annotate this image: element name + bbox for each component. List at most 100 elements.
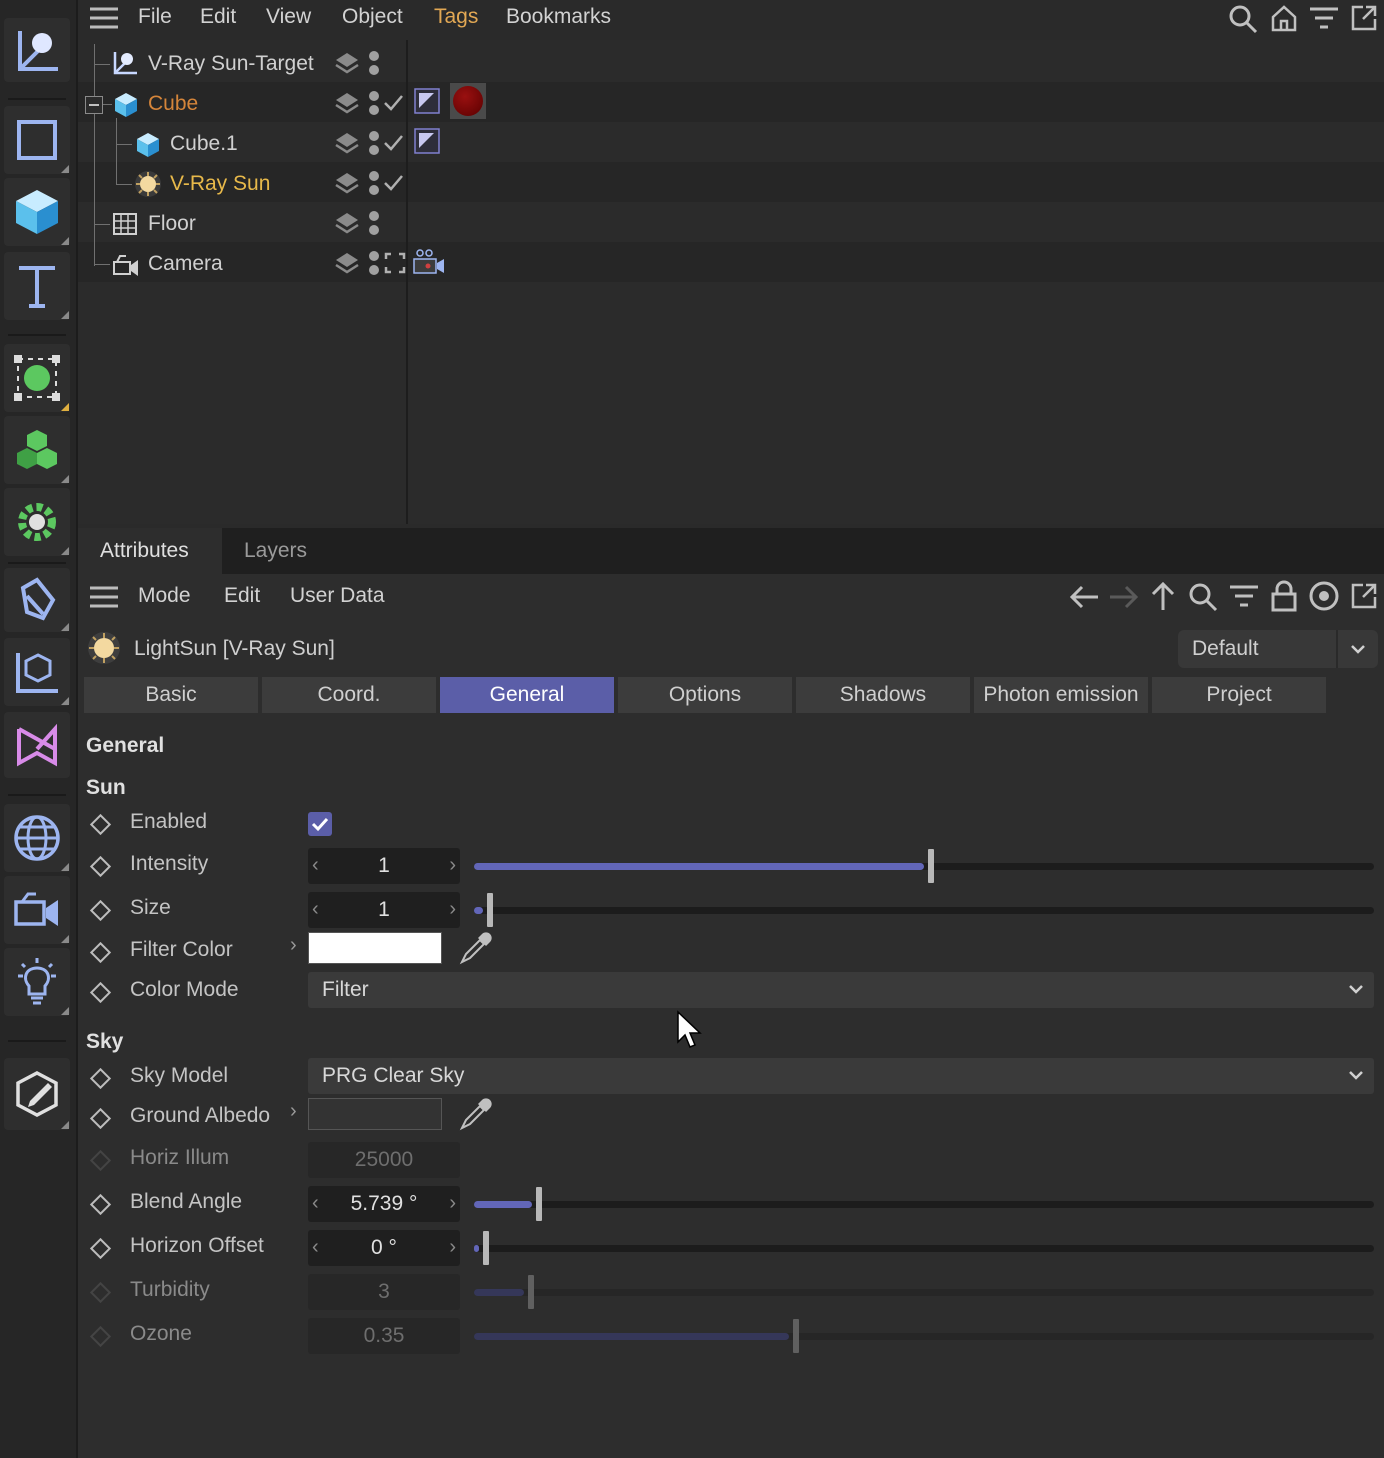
field-tool-button[interactable] (4, 712, 70, 778)
layer-icon[interactable] (334, 90, 360, 116)
new-window-icon[interactable] (1350, 4, 1378, 32)
increment-arrow-icon[interactable]: › (449, 898, 456, 921)
visibility-dots-icon[interactable] (368, 130, 380, 156)
object-axis-tool-button[interactable] (4, 18, 70, 82)
subtab-shadows[interactable]: Shadows (796, 677, 970, 713)
blend-angle-slider[interactable] (474, 1187, 1374, 1221)
object-row[interactable] (78, 202, 1384, 242)
menu-bookmarks[interactable]: Bookmarks (506, 5, 611, 29)
tab-attributes[interactable]: Attributes (78, 528, 222, 574)
intensity-field[interactable]: ‹ 1 › (308, 848, 460, 884)
intensity-slider[interactable] (474, 849, 1374, 883)
forward-arrow-icon[interactable] (1108, 582, 1140, 612)
size-slider[interactable] (474, 893, 1374, 927)
subtab-options[interactable]: Options (618, 677, 792, 713)
menu-object[interactable]: Object (342, 5, 403, 29)
layer-icon[interactable] (334, 210, 360, 236)
layer-icon[interactable] (334, 250, 360, 276)
phong-tag-icon[interactable] (414, 88, 440, 114)
hamburger-menu-icon[interactable] (90, 586, 118, 608)
keyframe-diamond-icon[interactable] (89, 1067, 112, 1090)
menu-file[interactable]: File (138, 5, 172, 29)
keyframe-diamond-icon[interactable] (89, 1237, 112, 1260)
camera-tool-button[interactable] (4, 876, 70, 944)
increment-arrow-icon[interactable]: › (449, 1192, 456, 1215)
enabled-checkbox[interactable] (308, 812, 332, 836)
subtab-coord[interactable]: Coord. (262, 677, 436, 713)
slider-thumb[interactable] (483, 1231, 489, 1265)
subtab-project[interactable]: Project (1152, 677, 1326, 713)
size-field[interactable]: ‹ 1 › (308, 892, 460, 928)
keyframe-diamond-icon[interactable] (89, 855, 112, 878)
subtab-general[interactable]: General (440, 677, 614, 713)
filter-icon[interactable] (1310, 6, 1338, 30)
visibility-dots-icon[interactable] (368, 90, 380, 116)
increment-arrow-icon[interactable]: › (449, 854, 456, 877)
back-arrow-icon[interactable] (1068, 582, 1100, 612)
preset-dropdown[interactable]: Default (1178, 630, 1378, 668)
edit-tool-button[interactable] (4, 1058, 70, 1130)
object-name-cube[interactable]: Cube (148, 92, 198, 116)
menu-edit[interactable]: Edit (200, 5, 236, 29)
visibility-dots-icon[interactable] (368, 250, 380, 276)
collapse-toggle[interactable] (85, 96, 103, 114)
color-mode-dropdown[interactable]: Filter (308, 972, 1374, 1008)
object-row[interactable] (78, 162, 1384, 202)
object-name-camera[interactable]: Camera (148, 252, 223, 276)
cloner-tool-button[interactable] (4, 416, 70, 484)
menu-mode[interactable]: Mode (138, 584, 191, 608)
horizon-offset-slider[interactable] (474, 1231, 1374, 1265)
target-icon[interactable] (1308, 580, 1340, 612)
enabled-check-icon[interactable] (382, 172, 404, 194)
subtab-photon-emission[interactable]: Photon emission (974, 677, 1148, 713)
search-icon[interactable] (1228, 4, 1258, 34)
filter-color-swatch[interactable] (308, 932, 442, 964)
phong-tag-icon[interactable] (414, 128, 440, 154)
visibility-dots-icon[interactable] (368, 170, 380, 196)
text-tool-button[interactable] (4, 252, 70, 320)
keyframe-diamond-icon[interactable] (89, 1107, 112, 1130)
sky-model-dropdown[interactable]: PRG Clear Sky (308, 1058, 1374, 1094)
hamburger-menu-icon[interactable] (90, 7, 118, 29)
menu-view[interactable]: View (266, 5, 311, 29)
menu-user-data[interactable]: User Data (290, 584, 385, 608)
rectangle-spline-button[interactable] (4, 106, 70, 174)
home-icon[interactable] (1270, 4, 1298, 32)
camera-tag-icon[interactable] (412, 248, 446, 276)
ground-albedo-swatch[interactable] (308, 1098, 442, 1130)
environment-tool-button[interactable] (4, 804, 70, 872)
menu-tags[interactable]: Tags (434, 5, 478, 29)
material-tag[interactable] (450, 83, 486, 119)
layer-icon[interactable] (334, 50, 360, 76)
layer-icon[interactable] (334, 130, 360, 156)
blend-angle-field[interactable]: ‹ 5.739 ° › (308, 1186, 460, 1222)
keyframe-diamond-icon[interactable] (89, 899, 112, 922)
lock-icon[interactable] (1270, 580, 1298, 612)
up-arrow-icon[interactable] (1148, 580, 1178, 612)
object-name-vray-sun[interactable]: V-Ray Sun (170, 172, 270, 196)
filter-icon[interactable] (1230, 584, 1258, 608)
keyframe-diamond-icon[interactable] (89, 813, 112, 836)
keyframe-diamond-icon[interactable] (89, 941, 112, 964)
light-tool-button[interactable] (4, 948, 70, 1016)
object-name-sun-target[interactable]: V-Ray Sun-Target (148, 52, 314, 76)
expand-arrow-icon[interactable]: › (290, 1100, 297, 1123)
slider-thumb[interactable] (536, 1187, 542, 1221)
keyframe-diamond-icon[interactable] (89, 1193, 112, 1216)
enabled-check-icon[interactable] (382, 132, 404, 154)
visibility-dots-icon[interactable] (368, 210, 380, 236)
layer-icon[interactable] (334, 170, 360, 196)
generator-tool-button[interactable] (4, 344, 70, 412)
column-divider[interactable] (406, 40, 408, 524)
object-row[interactable] (78, 82, 1384, 122)
horizon-offset-field[interactable]: ‹ 0 ° › (308, 1230, 460, 1266)
increment-arrow-icon[interactable]: › (449, 1236, 456, 1259)
tab-layers[interactable]: Layers (244, 539, 307, 563)
object-row[interactable] (78, 122, 1384, 162)
deformer-tool-button[interactable] (4, 568, 70, 632)
subtab-basic[interactable]: Basic (84, 677, 258, 713)
new-window-icon[interactable] (1350, 582, 1378, 610)
eyedropper-icon[interactable] (458, 1096, 494, 1132)
search-icon[interactable] (1188, 582, 1218, 612)
object-name-floor[interactable]: Floor (148, 212, 196, 236)
